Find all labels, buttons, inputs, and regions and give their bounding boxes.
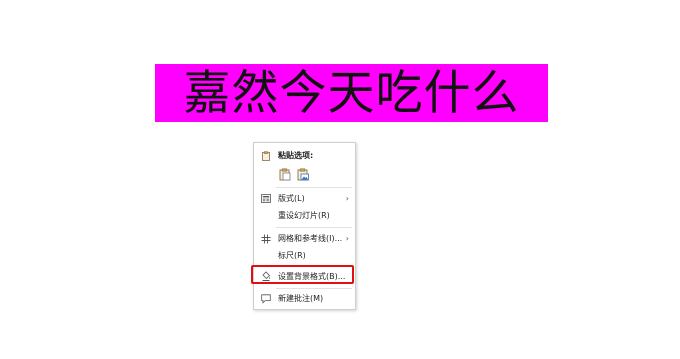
menu-item-layout-label: 版式(L) bbox=[278, 194, 305, 203]
paste-icon[interactable] bbox=[278, 167, 292, 181]
menu-item-reset-slide-label: 重设幻灯片(R) bbox=[278, 211, 330, 220]
grid-icon bbox=[261, 234, 271, 244]
highlight-box bbox=[251, 265, 354, 284]
menu-item-ruler[interactable]: 标尺(R) bbox=[254, 248, 355, 263]
slide-title-box[interactable]: 嘉然今天吃什么 bbox=[155, 64, 548, 122]
slide-title-text: 嘉然今天吃什么 bbox=[183, 65, 520, 121]
submenu-arrow-icon: › bbox=[345, 194, 349, 203]
menu-item-ruler-label: 标尺(R) bbox=[278, 251, 306, 260]
paste-options-header: 粘贴选项: bbox=[254, 148, 355, 163]
menu-item-reset-slide[interactable]: 重设幻灯片(R) bbox=[254, 208, 355, 223]
menu-item-new-comment-label: 新建批注(M) bbox=[278, 294, 324, 303]
layout-icon bbox=[261, 194, 271, 204]
comment-icon bbox=[261, 293, 271, 304]
menu-separator bbox=[276, 187, 352, 188]
context-menu: 粘贴选项: 版式(L) › 重设幻灯片(R) 网格和参考线(I)... › 标尺… bbox=[253, 142, 356, 310]
paste-picture-icon[interactable] bbox=[296, 167, 310, 181]
menu-separator bbox=[276, 288, 352, 289]
menu-item-new-comment[interactable]: 新建批注(M) bbox=[254, 291, 355, 306]
menu-item-grid-guides-label: 网格和参考线(I)... bbox=[278, 234, 343, 243]
submenu-arrow-icon: › bbox=[345, 234, 349, 243]
clipboard-icon bbox=[261, 150, 271, 161]
menu-item-grid-guides[interactable]: 网格和参考线(I)... › bbox=[254, 231, 355, 246]
menu-separator bbox=[276, 227, 352, 228]
paste-options-row bbox=[278, 167, 310, 181]
menu-item-layout[interactable]: 版式(L) › bbox=[254, 191, 355, 206]
paste-options-label: 粘贴选项: bbox=[278, 151, 314, 160]
